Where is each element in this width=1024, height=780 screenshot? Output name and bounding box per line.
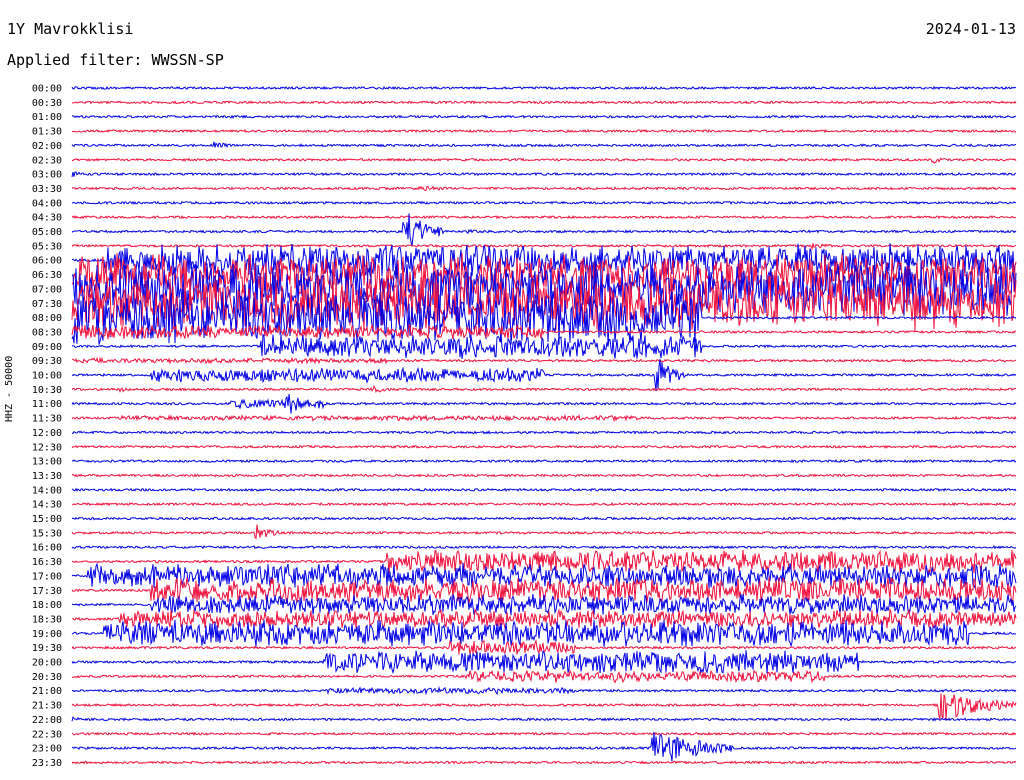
row-label-0400: 04:00 bbox=[32, 198, 62, 209]
row-label-1800: 18:00 bbox=[32, 600, 62, 611]
row-label-1230: 12:30 bbox=[32, 442, 62, 453]
row-label-1900: 19:00 bbox=[32, 629, 62, 640]
trace-0130 bbox=[72, 128, 1017, 134]
trace-1100 bbox=[71, 393, 1017, 414]
trace-0300 bbox=[71, 171, 1017, 178]
row-label-1330: 13:30 bbox=[32, 471, 62, 482]
trace-2030 bbox=[71, 669, 1017, 684]
row-label-0530: 05:30 bbox=[32, 241, 62, 252]
row-label-1730: 17:30 bbox=[32, 586, 62, 597]
trace-1230 bbox=[71, 444, 1017, 449]
trace-0430 bbox=[71, 215, 1017, 220]
trace-0030 bbox=[71, 100, 1017, 105]
row-label-0500: 05:00 bbox=[32, 227, 62, 238]
row-label-1630: 16:30 bbox=[32, 557, 62, 568]
row-label-0130: 01:30 bbox=[32, 127, 62, 138]
row-label-1100: 11:00 bbox=[32, 399, 62, 410]
row-label-0730: 07:30 bbox=[32, 299, 62, 310]
row-label-2100: 21:00 bbox=[32, 686, 62, 697]
row-label-1430: 14:30 bbox=[32, 500, 62, 511]
row-label-0830: 08:30 bbox=[32, 327, 62, 338]
trace-0930 bbox=[71, 356, 1017, 365]
trace-0400 bbox=[71, 200, 1017, 206]
row-label-0200: 02:00 bbox=[32, 141, 62, 152]
row-label-2230: 22:30 bbox=[32, 729, 62, 740]
trace-0000 bbox=[71, 85, 1017, 91]
trace-1130 bbox=[71, 413, 1017, 423]
row-label-1600: 16:00 bbox=[32, 543, 62, 554]
row-label-1530: 15:30 bbox=[32, 528, 62, 539]
row-label-0600: 06:00 bbox=[32, 256, 62, 267]
trace-2100 bbox=[71, 685, 1017, 696]
trace-2330 bbox=[71, 760, 1017, 765]
row-label-1930: 19:30 bbox=[32, 643, 62, 654]
trace-0100 bbox=[71, 114, 1017, 119]
row-label-0700: 07:00 bbox=[32, 284, 62, 295]
trace-1200 bbox=[71, 430, 1017, 435]
trace-2230 bbox=[71, 731, 1017, 736]
trace-2130 bbox=[71, 693, 1017, 720]
row-label-0300: 03:00 bbox=[32, 170, 62, 181]
row-label-0930: 09:30 bbox=[32, 356, 62, 367]
row-label-1200: 12:00 bbox=[32, 428, 62, 439]
row-label-0630: 06:30 bbox=[32, 270, 62, 281]
row-label-0230: 02:30 bbox=[32, 155, 62, 166]
trace-1830 bbox=[72, 607, 1017, 630]
trace-1400 bbox=[71, 487, 1017, 492]
trace-0230 bbox=[71, 157, 1017, 164]
trace-1630 bbox=[71, 549, 1017, 575]
row-label-2130: 21:30 bbox=[32, 701, 62, 712]
row-label-1830: 18:30 bbox=[32, 614, 62, 625]
row-label-0430: 04:30 bbox=[32, 213, 62, 224]
trace-1330 bbox=[71, 473, 1017, 478]
row-label-0000: 00:00 bbox=[32, 84, 62, 95]
row-label-1030: 10:30 bbox=[32, 385, 62, 396]
row-label-0900: 09:00 bbox=[32, 342, 62, 353]
row-label-0330: 03:30 bbox=[32, 184, 62, 195]
row-label-0800: 08:00 bbox=[32, 313, 62, 324]
trace-1700 bbox=[71, 562, 1017, 590]
trace-2200 bbox=[71, 716, 1017, 722]
trace-1600 bbox=[71, 545, 1017, 550]
trace-0200 bbox=[71, 141, 1017, 149]
trace-1900 bbox=[71, 619, 1017, 648]
row-label-1400: 14:00 bbox=[32, 485, 62, 496]
trace-1300 bbox=[71, 458, 1017, 464]
trace-1800 bbox=[71, 593, 1017, 616]
row-label-1300: 13:00 bbox=[32, 457, 62, 468]
trace-0900 bbox=[71, 333, 1017, 359]
trace-1000 bbox=[71, 358, 1017, 392]
trace-2300 bbox=[71, 731, 1017, 762]
trace-0330 bbox=[71, 185, 1017, 191]
trace-1430 bbox=[71, 501, 1017, 507]
trace-1030 bbox=[71, 384, 1017, 394]
seismic-traces bbox=[71, 85, 1017, 765]
row-label-1700: 17:00 bbox=[32, 571, 62, 582]
trace-0830 bbox=[71, 323, 1017, 340]
row-label-1000: 10:00 bbox=[32, 371, 62, 382]
row-time-labels: 00:00 00:30 01:00 01:30 02:00 02:30 03:00 03:30… bbox=[32, 84, 62, 769]
row-label-0030: 00:30 bbox=[32, 98, 62, 109]
row-label-2030: 20:30 bbox=[32, 672, 62, 683]
trace-1530 bbox=[71, 524, 1017, 540]
row-label-2000: 20:00 bbox=[32, 658, 62, 669]
row-label-2330: 23:30 bbox=[32, 758, 62, 769]
trace-2000 bbox=[71, 650, 1017, 675]
row-label-0100: 01:00 bbox=[32, 112, 62, 123]
row-label-1500: 15:00 bbox=[32, 514, 62, 525]
helicorder-plot: 00:00 00:30 01:00 01:30 02:00 02:30 03:00 03:30… bbox=[32, 84, 1017, 769]
row-label-2300: 23:00 bbox=[32, 744, 62, 755]
row-label-2200: 22:00 bbox=[32, 715, 62, 726]
trace-1500 bbox=[71, 516, 1017, 521]
row-label-1130: 11:30 bbox=[32, 414, 62, 425]
